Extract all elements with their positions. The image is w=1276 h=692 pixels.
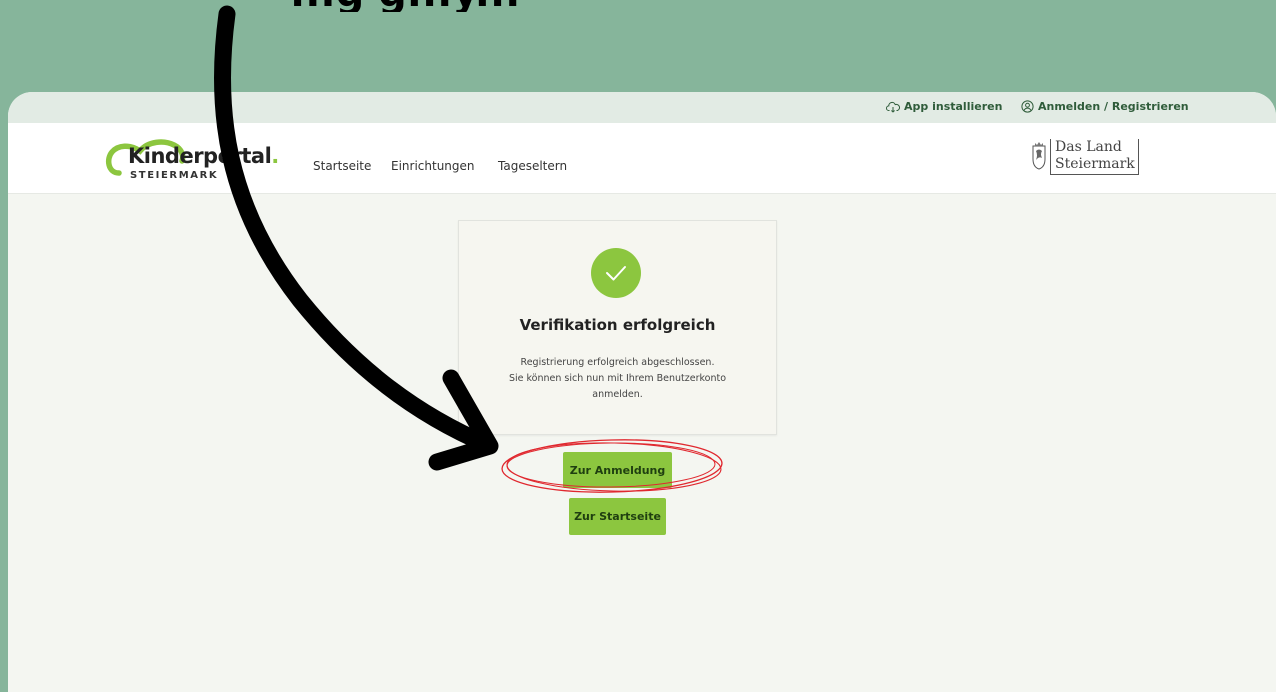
zur-startseite-button[interactable]: Zur Startseite [569, 498, 666, 535]
card-message-line: anmelden. [592, 389, 643, 400]
logo-name: Kinderportal. [128, 144, 279, 168]
verification-card: Verifikation erfolgreich Registrierung e… [458, 220, 777, 435]
user-circle-icon [1021, 100, 1034, 113]
logo-subtitle: STEIERMARK [130, 170, 219, 181]
checkmark-icon [606, 266, 626, 281]
card-message-line: Registrierung erfolgreich abgeschlossen. [520, 357, 715, 368]
main-navbar: Kinderportal. STEIERMARK Startseite Einr… [8, 123, 1276, 194]
land-logo-text: Das Land Steiermark [1050, 139, 1139, 175]
headline-crop: ...g g...y... [0, 0, 1276, 12]
card-title: Verifikation erfolgreich [519, 316, 716, 334]
cloud-download-icon [886, 101, 900, 113]
nav-einrichtungen[interactable]: Einrichtungen [391, 159, 475, 173]
card-message: Registrierung erfolgreich abgeschlossen.… [479, 355, 756, 403]
login-register-link[interactable]: Anmelden / Registrieren [1021, 100, 1189, 113]
success-badge [591, 248, 641, 298]
zur-anmeldung-button[interactable]: Zur Anmeldung [563, 452, 672, 488]
top-utility-bar: App installieren Anmelden / Registrieren [8, 92, 1276, 123]
browser-window: App installieren Anmelden / Registrieren… [8, 92, 1276, 692]
nav-tageseltern[interactable]: Tageseltern [498, 159, 567, 173]
headline-text: ...g g...y... [290, 0, 520, 12]
install-app-label: App installieren [904, 100, 1003, 113]
land-steiermark-logo[interactable]: Das Land Steiermark [1030, 139, 1150, 183]
install-app-link[interactable]: App installieren [886, 100, 1002, 113]
kinderportal-logo[interactable]: Kinderportal. STEIERMARK [104, 131, 294, 187]
login-register-label: Anmelden / Registrieren [1038, 100, 1189, 113]
card-message-line: Sie können sich nun mit Ihrem Benutzerko… [508, 373, 727, 384]
coat-of-arms-icon [1032, 142, 1046, 170]
nav-startseite[interactable]: Startseite [313, 159, 371, 173]
